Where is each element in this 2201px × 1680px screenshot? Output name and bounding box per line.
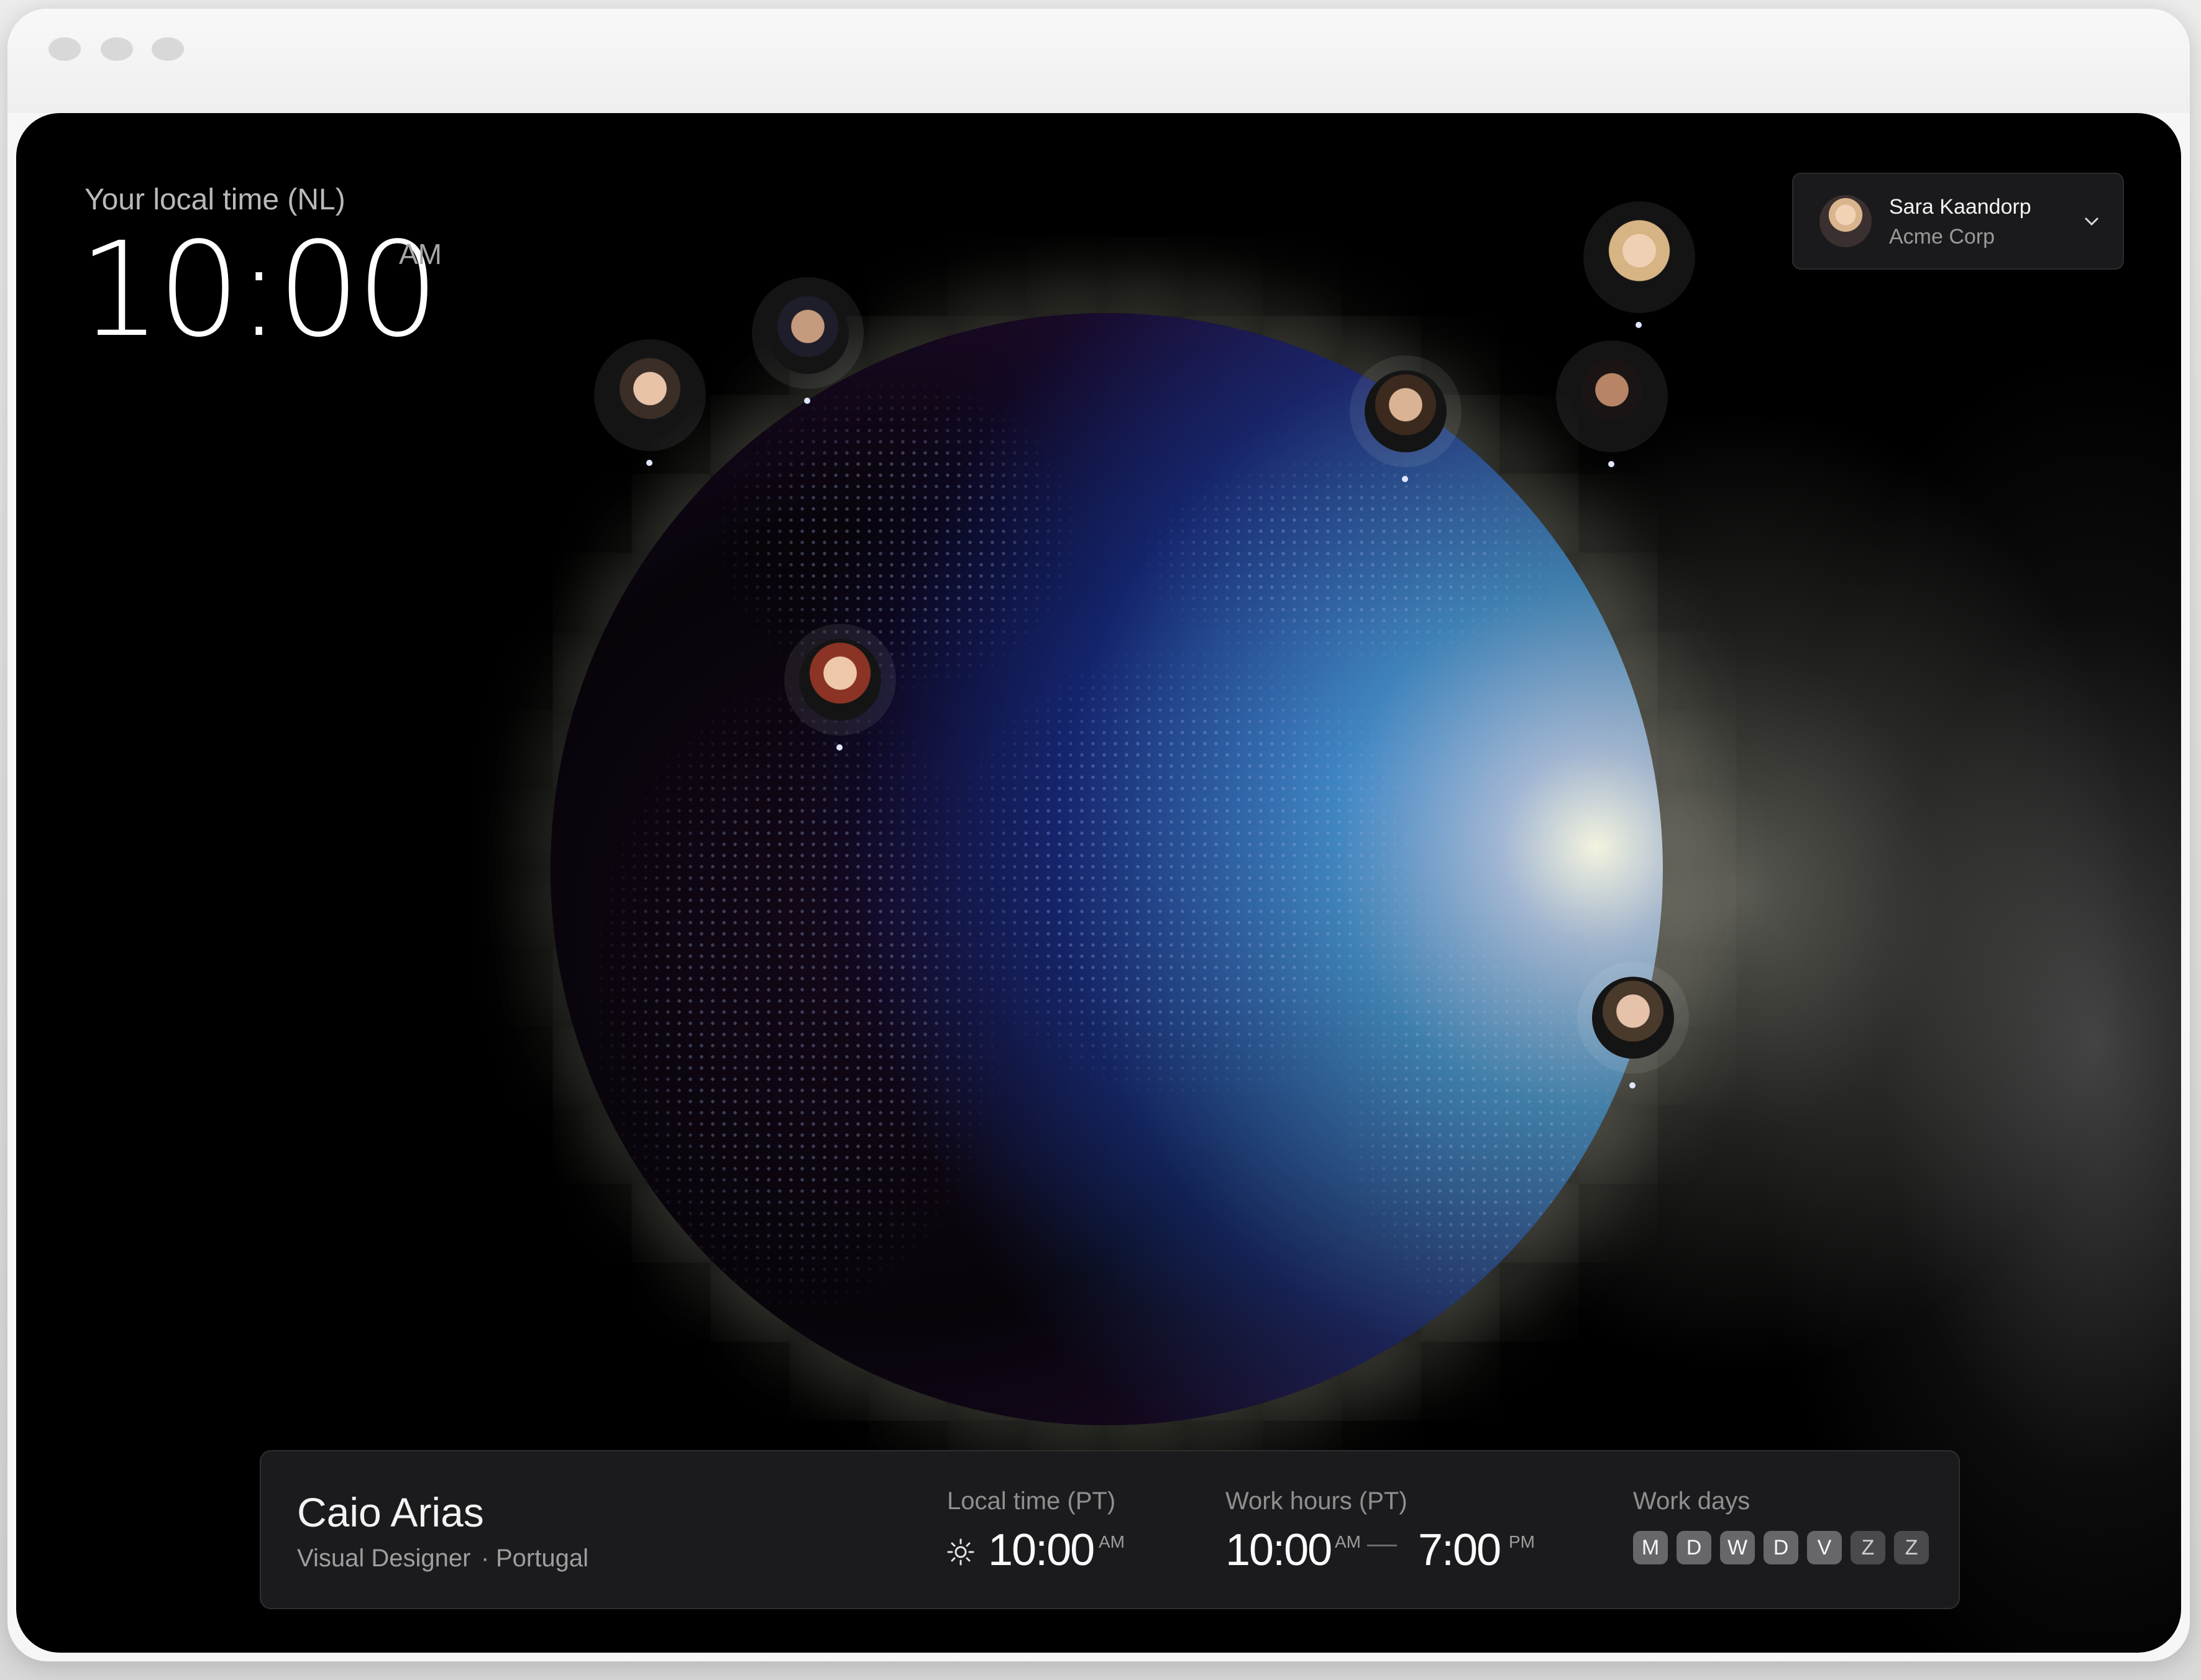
chevron-down-icon [2084,217,2099,226]
team-member-pin[interactable] [594,339,706,466]
member-info-panel: Caio Arias Visual Designer · Portugal Lo… [260,1450,1960,1609]
work-day-chip: W [1720,1531,1755,1564]
team-globe[interactable] [551,201,1695,1425]
team-member-pin[interactable] [1350,355,1462,482]
local-time-label: Your local time (NL) [85,183,345,216]
member-name: Caio Arias [297,1489,484,1535]
maximize-window-button[interactable] [152,37,184,61]
account-name: Sara Kaandorp [1889,195,2031,219]
separator: · [481,1545,490,1572]
avatar [1365,370,1447,452]
member-country: Portugal [496,1545,588,1572]
member-local-time: 10:00 [988,1525,1095,1575]
avatar [609,354,691,436]
world-map-dots [551,313,1663,1425]
time-zone-dashboard: Your local time (NL) 10:00 AM Sara Kaand… [16,113,2181,1653]
avatar [1571,355,1653,437]
work-day-chip: V [1807,1531,1842,1564]
avatar [1598,216,1680,298]
title-bar [7,9,2190,113]
work-day-chip: M [1633,1531,1668,1564]
work-day-chip: D [1764,1531,1798,1564]
location-dot [1636,322,1642,328]
work-hours-dash [1367,1545,1397,1546]
avatar [1592,977,1674,1059]
member-local-time-label: Local time (PT) [947,1487,1116,1515]
work-hours-start: 10:00 [1225,1525,1332,1575]
work-day-chip: D [1677,1531,1711,1564]
team-member-pin[interactable] [1556,340,1668,467]
close-window-button[interactable] [48,37,81,61]
work-hours-end-suffix: PM [1509,1532,1535,1551]
app-window: Your local time (NL) 10:00 AM Sara Kaand… [7,9,2190,1661]
team-member-pin[interactable] [1577,962,1689,1089]
work-hours-start-suffix: AM [1335,1532,1361,1551]
location-dot [804,398,810,404]
location-dot [1608,461,1614,467]
location-dot [836,744,843,751]
team-member-pin[interactable] [1583,201,1695,328]
location-dot [1629,1082,1636,1089]
team-member-pin[interactable] [752,277,864,404]
off-day-chip: Z [1851,1531,1885,1564]
sun-icon [947,1538,974,1566]
off-day-chip: Z [1894,1531,1929,1564]
location-dot [1402,476,1408,482]
member-role: Visual Designer [297,1545,471,1572]
avatar [767,292,849,374]
local-time-ampm: AM [399,238,442,270]
member-local-time-suffix: AM [1099,1532,1125,1551]
avatar [799,639,881,721]
local-time-clock: 10:00 [78,214,439,366]
work-days-label: Work days [1633,1487,1750,1515]
work-hours-label: Work hours (PT) [1225,1487,1407,1515]
avatar [1819,195,1872,247]
account-org: Acme Corp [1889,225,1995,249]
minimize-window-button[interactable] [101,37,133,61]
account-switcher[interactable]: Sara Kaandorp Acme Corp [1792,173,2124,270]
team-member-pin[interactable] [784,624,896,751]
location-dot [646,460,652,466]
work-hours-end: 7:00 [1418,1525,1501,1575]
